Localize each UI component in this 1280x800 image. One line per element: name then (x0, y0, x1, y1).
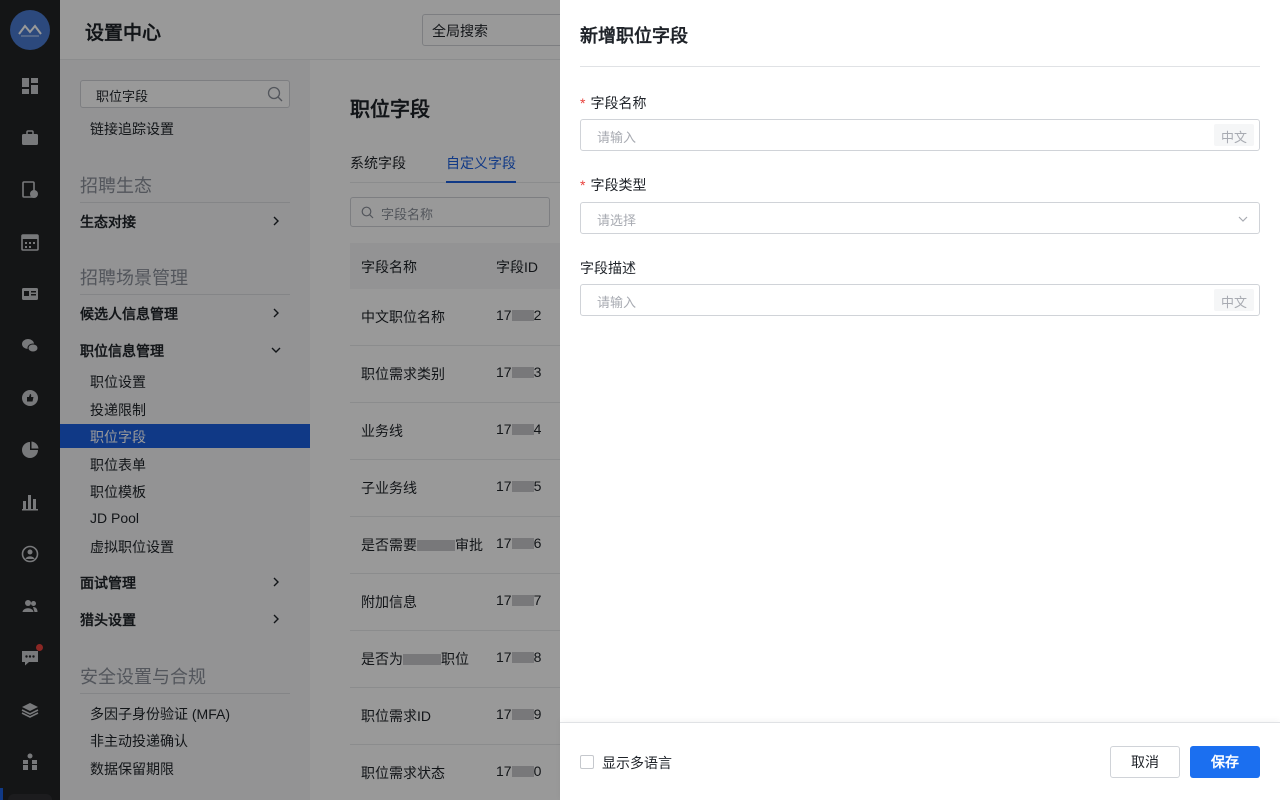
drawer-title: 新增职位字段 (580, 26, 688, 46)
field-name-input[interactable]: 请输入 中文 (580, 119, 1260, 151)
field-desc-label: 字段描述 (580, 260, 636, 276)
field-desc-input[interactable]: 请输入 中文 (580, 284, 1260, 316)
drawer-footer: 显示多语言 取消 保存 (560, 722, 1280, 800)
multilang-checkbox[interactable] (580, 755, 594, 769)
required-mark: * (580, 177, 586, 193)
cancel-button[interactable]: 取消 (1110, 746, 1180, 778)
field-name-label: * 字段名称 (580, 93, 646, 113)
modal-backdrop[interactable] (0, 0, 560, 800)
field-name-label-text: 字段名称 (590, 95, 647, 111)
multilang-label[interactable]: 显示多语言 (602, 753, 672, 773)
new-field-drawer: 新增职位字段 * 字段名称 请输入 中文 * 字段类型 请选择 字段描述 请输入 中… (560, 0, 1280, 800)
required-mark: * (580, 95, 586, 111)
field-type-placeholder: 请选择 (597, 213, 637, 228)
field-type-label-text: 字段类型 (590, 177, 647, 193)
field-desc-placeholder: 请输入 (597, 295, 637, 310)
field-name-language-tag[interactable]: 中文 (1213, 124, 1254, 146)
drawer-divider (580, 66, 1260, 67)
field-type-label: * 字段类型 (580, 175, 646, 195)
save-button[interactable]: 保存 (1190, 746, 1260, 778)
field-desc-language-tag[interactable]: 中文 (1213, 289, 1254, 311)
field-type-select[interactable]: 请选择 (580, 202, 1260, 234)
chevron-down-icon (1238, 216, 1248, 222)
field-name-placeholder: 请输入 (597, 130, 637, 145)
